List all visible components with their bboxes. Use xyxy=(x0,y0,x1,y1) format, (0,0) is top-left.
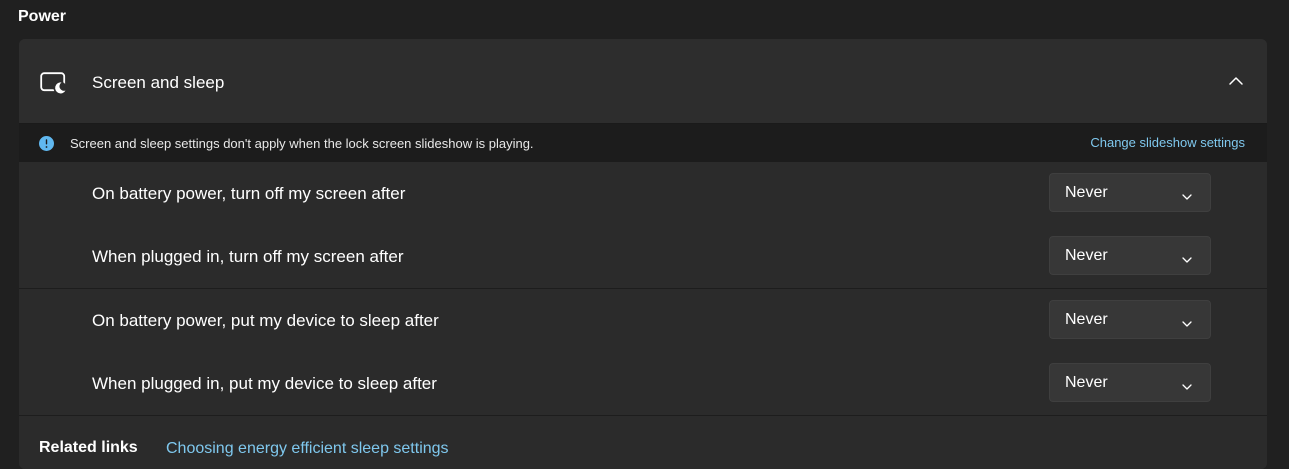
setting-row-plugged-sleep: When plugged in, put my device to sleep … xyxy=(19,352,1267,415)
setting-label: When plugged in, turn off my screen afte… xyxy=(92,247,404,266)
info-text: Screen and sleep settings don't apply wh… xyxy=(70,136,534,151)
setting-row-battery-screen: On battery power, turn off my screen aft… xyxy=(19,162,1267,225)
screen-sleep-icon xyxy=(40,72,68,96)
screen-sleep-header[interactable]: Screen and sleep xyxy=(19,39,1267,123)
battery-screen-off-dropdown[interactable]: Never xyxy=(1049,173,1211,212)
info-bar: Screen and sleep settings don't apply wh… xyxy=(19,123,1267,162)
related-links: Related links Choosing energy efficient … xyxy=(19,416,1267,469)
setting-row-battery-sleep: On battery power, put my device to sleep… xyxy=(19,289,1267,352)
plugged-screen-off-dropdown[interactable]: Never xyxy=(1049,236,1211,275)
setting-label: On battery power, turn off my screen aft… xyxy=(92,184,406,203)
battery-sleep-dropdown[interactable]: Never xyxy=(1049,300,1211,339)
section-title: Power xyxy=(18,8,67,25)
change-slideshow-settings-link[interactable]: Change slideshow settings xyxy=(1090,135,1245,150)
screen-sleep-label: Screen and sleep xyxy=(92,73,225,92)
chevron-down-icon xyxy=(1181,378,1193,390)
chevron-down-icon xyxy=(1181,315,1193,327)
setting-label: When plugged in, put my device to sleep … xyxy=(92,374,437,393)
dropdown-value: Never xyxy=(1065,311,1108,328)
chevron-down-icon xyxy=(1181,251,1193,263)
related-links-title: Related links xyxy=(39,439,138,456)
plugged-sleep-dropdown[interactable]: Never xyxy=(1049,363,1211,402)
setting-label: On battery power, put my device to sleep… xyxy=(92,311,439,330)
energy-efficient-sleep-link[interactable]: Choosing energy efficient sleep settings xyxy=(166,440,449,458)
chevron-up-icon[interactable] xyxy=(1228,74,1244,86)
setting-row-plugged-screen: When plugged in, turn off my screen afte… xyxy=(19,225,1267,288)
chevron-down-icon xyxy=(1181,188,1193,200)
info-icon xyxy=(39,136,54,151)
dropdown-value: Never xyxy=(1065,374,1108,391)
screen-sleep-card: Screen and sleep Screen and sleep settin… xyxy=(19,39,1267,469)
dropdown-value: Never xyxy=(1065,184,1108,201)
dropdown-value: Never xyxy=(1065,247,1108,264)
